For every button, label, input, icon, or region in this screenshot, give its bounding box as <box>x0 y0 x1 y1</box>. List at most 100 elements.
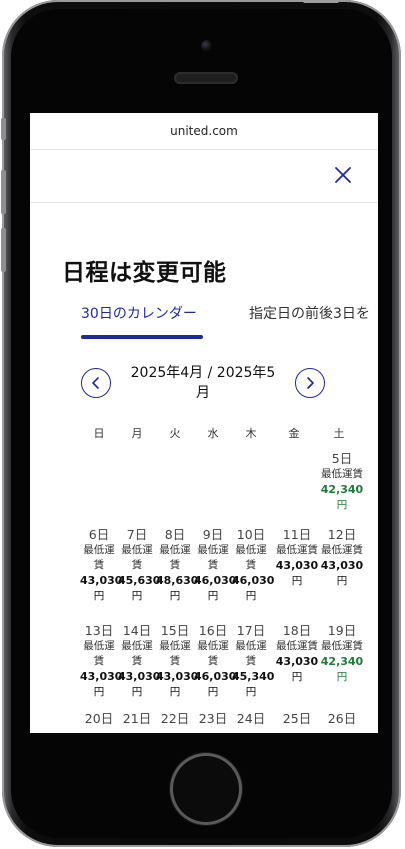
day-label: 20日 <box>84 711 114 726</box>
currency-unit: 円 <box>131 686 143 698</box>
previous-month-button[interactable] <box>81 368 111 398</box>
calendar-day-cell[interactable]: 10日 最低運賃 46,030 円 <box>232 527 275 604</box>
calendar-day-cell[interactable]: 15日 最低運賃 43,030 円 <box>156 623 199 700</box>
calendar-day-cell[interactable]: 17日 最低運賃 45,340 円 <box>232 623 274 700</box>
currency-unit: 円 <box>245 686 257 698</box>
active-tab-indicator <box>81 335 203 339</box>
day-label: 18日 <box>282 623 312 638</box>
fare-label: 最低運賃 <box>276 544 318 556</box>
fare-label: 最低運賃 <box>321 544 363 556</box>
fare-price: 43,030 <box>275 559 319 572</box>
weekday-header: 金 <box>288 427 300 440</box>
currency-unit: 円 <box>207 590 219 602</box>
calendar-day-cell[interactable]: 26日 <box>320 711 364 727</box>
earpiece-speaker <box>174 72 238 84</box>
close-icon <box>335 167 351 183</box>
day-label: 13日 <box>84 623 114 638</box>
home-button[interactable] <box>170 753 242 825</box>
calendar-day-cell[interactable]: 6日最低運賃 43,030 円 <box>80 527 123 604</box>
tab-30-day-calendar[interactable]: 30日のカレンダー <box>81 303 197 323</box>
day-label: 22日 <box>160 711 190 726</box>
currency-unit: 円 <box>336 499 348 511</box>
fare-price: 46,030 <box>194 670 237 683</box>
currency-unit: 円 <box>245 590 257 602</box>
weekday-header: 火 <box>169 427 181 440</box>
day-label: 8日 <box>164 527 186 542</box>
fare-label: 最低運賃 <box>197 544 229 571</box>
calendar-day-cell[interactable]: 12日最低運賃 43,030 円 <box>320 527 364 589</box>
modal-title: 日程は変更可能 <box>62 260 227 286</box>
day-label: 7日 <box>126 527 148 542</box>
fare-price: 48,630 <box>156 574 199 587</box>
weekday-header: 水 <box>207 427 219 440</box>
volume-down-button <box>1 228 6 272</box>
fare-label: 最低運賃 <box>276 640 318 652</box>
fare-label: 最低運賃 <box>83 544 115 571</box>
tab-bar: 30日のカレンダー 指定日の前後3日を <box>30 301 378 341</box>
fare-label: 最低運賃 <box>159 544 191 571</box>
day-label: 6日 <box>88 527 110 542</box>
day-label: 11日 <box>282 527 312 542</box>
calendar-day-cell[interactable]: 5日 最低運賃 42,340 円 <box>320 451 364 513</box>
day-label: 16日 <box>198 623 228 638</box>
fare-price: 43,030 <box>80 574 123 587</box>
next-month-button[interactable] <box>295 368 325 398</box>
month-range-line2: 月 <box>196 385 210 401</box>
power-button <box>303 0 339 3</box>
calendar-day-cell[interactable]: 14日 最低運賃 43,030 円 <box>118 623 160 700</box>
calendar-day-cell[interactable]: 23日 <box>194 711 232 727</box>
volume-up-button <box>1 170 6 214</box>
day-label: 10日 <box>236 527 266 542</box>
fare-label: 最低運賃 <box>197 640 229 667</box>
weekday-header: 日 <box>93 427 105 440</box>
calendar-day-cell[interactable]: 20日 <box>80 711 118 727</box>
fare-label: 最低運賃 <box>83 640 115 667</box>
fare-price: 46,030 <box>232 574 275 587</box>
calendar-day-cell[interactable]: 25日 <box>275 711 319 727</box>
calendar-day-cell[interactable]: 8日最低運賃 48,630 円 <box>156 527 199 604</box>
fare-price: 43,030 <box>275 655 319 668</box>
currency-unit: 円 <box>93 590 105 602</box>
close-button[interactable] <box>332 164 354 186</box>
calendar-day-cell[interactable]: 22日 <box>156 711 194 727</box>
fare-price: 46,030 <box>194 574 237 587</box>
mute-switch <box>1 118 6 140</box>
calendar-day-cell[interactable]: 16日最低運賃 46,030 円 <box>194 623 237 700</box>
calendar-day-cell[interactable]: 19日 最低運賃 42,340 円 <box>320 623 364 685</box>
day-label: 19日 <box>327 623 357 638</box>
month-range-title: 2025年4月 / 2025年5 月 <box>122 363 284 403</box>
browser-url-bar[interactable]: united.com <box>30 113 378 150</box>
calendar-day-cell[interactable]: 9日 最低運賃 46,030 円 <box>194 527 237 604</box>
fare-price: 42,340 <box>320 483 364 496</box>
url-text: united.com <box>170 124 238 138</box>
calendar-day-cell[interactable]: 7日 最低運賃 45,630 円 <box>118 527 160 604</box>
fare-label: 最低運賃 <box>159 640 191 667</box>
month-navigation: 2025年4月 / 2025年5 月 <box>30 363 378 407</box>
fare-price: 43,030 <box>320 559 364 572</box>
weekday-header: 木 <box>245 427 257 440</box>
chevron-left-icon <box>92 377 99 389</box>
currency-unit: 円 <box>336 671 348 683</box>
day-label: 12日 <box>327 527 357 542</box>
day-label: 24日 <box>236 711 266 726</box>
day-label: 5日 <box>331 451 353 466</box>
fare-price: 43,030 <box>156 670 199 683</box>
fare-label: 最低運賃 <box>121 544 153 571</box>
front-camera-icon <box>201 40 212 51</box>
calendar-day-cell[interactable]: 18日 最低運賃 43,030 円 <box>275 623 319 685</box>
currency-unit: 円 <box>336 575 348 587</box>
calendar-day-cell[interactable]: 24日 <box>232 711 270 727</box>
modal-header <box>30 150 378 203</box>
currency-unit: 円 <box>131 590 143 602</box>
calendar-day-cell[interactable]: 21日 <box>118 711 156 727</box>
day-label: 14日 <box>122 623 152 638</box>
weekday-header: 土 <box>333 427 345 440</box>
currency-unit: 円 <box>207 686 219 698</box>
currency-unit: 円 <box>169 590 181 602</box>
currency-unit: 円 <box>169 686 181 698</box>
phone-screen: united.com 日程は変更可能 30日のカレンダー 指定日の前後3日を 2… <box>30 113 378 733</box>
calendar-day-cell[interactable]: 11日 最低運賃 43,030 円 <box>275 527 319 589</box>
month-range-line1: 2025年4月 / 2025年5 <box>130 365 276 381</box>
tab-plus-minus-3-days[interactable]: 指定日の前後3日を <box>249 303 370 323</box>
calendar-day-cell[interactable]: 13日 最低運賃 43,030 円 <box>80 623 122 700</box>
